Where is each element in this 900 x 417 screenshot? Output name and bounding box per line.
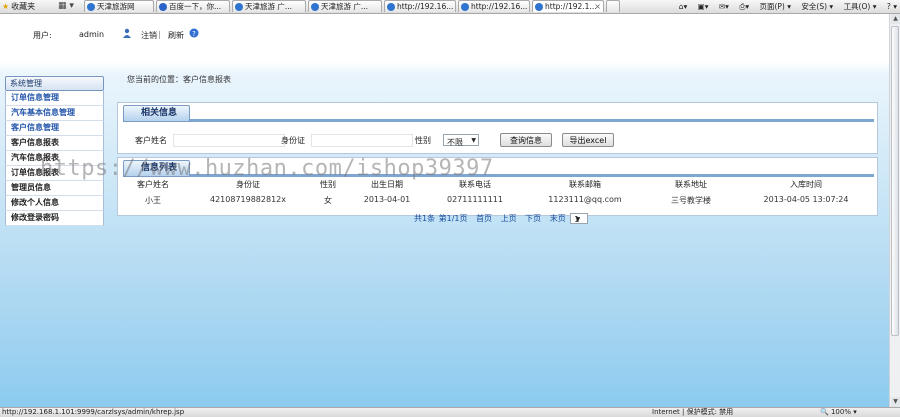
tools-menu[interactable]: 工具(O) ▾ <box>844 2 877 11</box>
ie-icon <box>535 3 543 11</box>
cell-name: 小王 <box>145 196 161 205</box>
close-icon[interactable]: × <box>594 1 601 12</box>
export-excel-button[interactable]: 导出excel <box>562 133 614 147</box>
search-row: 客户姓名 身份证 性别 不限 ▼ 查询信息 导出excel <box>135 133 877 147</box>
app-content: 用户: admin 注销 | 刷新 ? 系统管理 订单信息管理 汽车基本信息管理… <box>0 14 889 407</box>
gender-label: 性别 <box>415 136 431 145</box>
user-name: admin <box>79 30 105 39</box>
pager-last[interactable]: 末页 <box>550 214 566 223</box>
home-icon[interactable]: ⌂▾ <box>679 2 688 11</box>
sidebar-item-car-manage[interactable]: 汽车基本信息管理 <box>5 106 104 121</box>
query-button[interactable]: 查询信息 <box>500 133 552 147</box>
mail-icon[interactable]: ✉▾ <box>719 2 729 11</box>
browser-tab-bar: ★ 收藏夹 ▦ ▾ 天津旅游网 百度一下，你... 天津旅游 广... 天津旅游 … <box>0 0 900 14</box>
quick-tabs-icon[interactable]: ▦ ▾ <box>58 1 80 12</box>
ie-icon <box>311 3 319 11</box>
browser-tab-active[interactable]: http://192.1... × <box>532 0 604 12</box>
baidu-icon <box>159 3 167 11</box>
top-info-bar: 用户: admin 注销 | 刷新 ? <box>0 14 889 58</box>
pager-first[interactable]: 首页 <box>476 214 492 223</box>
sidebar: 系统管理 订单信息管理 汽车基本信息管理 客户信息管理 客户信息报表 汽车信息报… <box>5 76 104 226</box>
page-select[interactable]: 1 ▼ <box>570 213 589 224</box>
browser-tab[interactable]: 天津旅游网 <box>84 0 154 12</box>
ie-icon <box>461 3 469 11</box>
name-label: 客户姓名 <box>135 136 167 145</box>
vertical-scrollbar[interactable]: ▲ ▼ <box>889 14 900 407</box>
chevron-down-icon: ▼ <box>471 137 476 144</box>
favorites-button[interactable]: ★ 收藏夹 <box>2 0 35 13</box>
cell-phone: 02711111111 <box>447 195 503 204</box>
browser-tab[interactable]: 天津旅游 广... <box>232 0 306 12</box>
pager: 共1条 第1/1页 首页 上页 下页 末页 1 ▼ <box>414 213 589 224</box>
chevron-down-icon: ▼ <box>575 216 581 223</box>
sidebar-item-customer-manage[interactable]: 客户信息管理 <box>5 121 104 136</box>
user-icon <box>123 28 131 38</box>
scroll-up-icon[interactable]: ▲ <box>891 14 900 24</box>
sidebar-item-order-manage[interactable]: 订单信息管理 <box>5 91 104 106</box>
browser-tab[interactable]: http://192.16... <box>458 0 530 12</box>
browser-tab[interactable]: 百度一下，你... <box>156 0 230 12</box>
cell-address: 三号教学楼 <box>671 196 711 205</box>
pager-total: 共1条 <box>414 214 436 223</box>
ie-icon <box>87 3 95 11</box>
sidebar-item-change-password[interactable]: 修改登录密码 <box>5 211 104 226</box>
column-header: 入库时间 <box>790 180 822 189</box>
separator: | <box>158 30 161 39</box>
help-icon[interactable]: ? <box>189 28 199 38</box>
pager-pages: 第1/1页 <box>438 214 468 223</box>
table-row[interactable]: 小王 42108719882812x 女 2013-04-01 02711111… <box>118 195 877 207</box>
new-tab-button[interactable] <box>606 0 620 12</box>
sidebar-item-edit-profile[interactable]: 修改个人信息 <box>5 196 104 211</box>
print-icon[interactable]: ⎙▾ <box>739 2 749 11</box>
id-input[interactable] <box>311 134 413 147</box>
column-header: 联系邮箱 <box>569 180 601 189</box>
cell-id: 42108719882812x <box>210 195 286 204</box>
cell-created-time: 2013-04-05 13:07:24 <box>763 195 849 204</box>
sidebar-item-admin-info[interactable]: 管理员信息 <box>5 181 104 196</box>
breadcrumb: 您当前的位置：客户信息报表 <box>127 75 231 84</box>
gender-select[interactable]: 不限 ▼ <box>443 134 479 147</box>
safety-menu[interactable]: 安全(S) ▾ <box>801 2 833 11</box>
star-icon: ★ <box>2 2 10 11</box>
column-header: 联系地址 <box>675 180 707 189</box>
logout-link[interactable]: 注销 <box>141 30 157 41</box>
watermark: https://www.huzhan.com/ishop39397 <box>40 156 494 181</box>
scroll-thumb[interactable] <box>891 26 899 336</box>
feeds-icon[interactable]: ▣▾ <box>698 2 709 11</box>
id-label: 身份证 <box>281 136 305 145</box>
scroll-down-icon[interactable]: ▼ <box>891 397 900 407</box>
browser-tab[interactable]: 天津旅游 广... <box>308 0 382 12</box>
pager-prev[interactable]: 上页 <box>501 214 517 223</box>
search-panel: 相关信息 客户姓名 身份证 性别 不限 ▼ 查询信息 导出excel <box>117 102 878 154</box>
browser-tab[interactable]: http://192.16... <box>384 0 456 12</box>
sidebar-header[interactable]: 系统管理 <box>5 76 104 91</box>
cell-email: 1123111@qq.com <box>548 195 622 204</box>
title-underline <box>123 119 874 122</box>
user-label: 用户: <box>33 31 52 40</box>
search-panel-title: 相关信息 <box>123 105 191 122</box>
page-menu[interactable]: 页面(P) ▾ <box>759 2 791 11</box>
ie-icon <box>235 3 243 11</box>
cell-birthdate: 2013-04-01 <box>363 195 411 204</box>
cell-gender: 女 <box>324 196 332 205</box>
pager-next[interactable]: 下页 <box>525 214 541 223</box>
ie-icon <box>387 3 395 11</box>
command-bar: ⌂▾ ▣▾ ✉▾ ⎙▾ 页面(P) ▾ 安全(S) ▾ 工具(O) ▾ ? ▾ <box>671 0 900 13</box>
svg-text:?: ? <box>192 30 196 38</box>
sidebar-item-customer-report[interactable]: 客户信息报表 <box>5 136 104 151</box>
refresh-link[interactable]: 刷新 <box>168 30 184 41</box>
help-menu[interactable]: ? ▾ <box>887 2 897 11</box>
name-input[interactable] <box>173 134 285 147</box>
